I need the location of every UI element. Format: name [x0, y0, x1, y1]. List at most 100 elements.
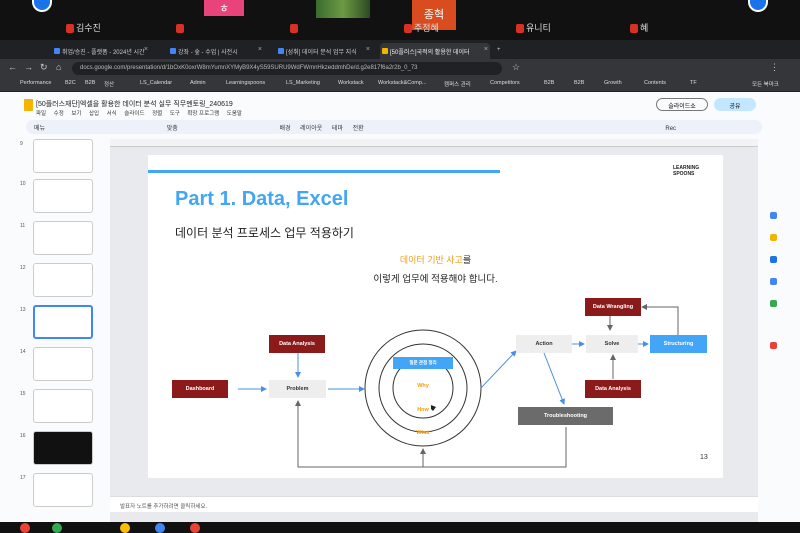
fit-button[interactable]: 맞춤 [167, 126, 178, 132]
menu-edit[interactable]: 수정 [54, 111, 64, 117]
transition-button[interactable]: 전환 [353, 126, 364, 132]
search-menus-button[interactable]: 메뉴 [34, 126, 45, 132]
slide-number: 15 [20, 391, 26, 397]
bookmark-item[interactable]: B2B [85, 80, 95, 86]
page-number: 13 [700, 454, 708, 461]
close-icon[interactable]: × [258, 46, 262, 53]
slide-number: 9 [20, 141, 23, 147]
chrome-icon[interactable] [20, 523, 30, 533]
bookmark-item[interactable]: Workstack&Comp... [378, 80, 427, 86]
bookmark-item[interactable]: 정산 [104, 80, 114, 88]
mic-off-icon [176, 24, 184, 33]
close-icon[interactable]: × [484, 46, 488, 53]
browser-tab[interactable]: 강좌 - 숲 - 수업 | 사전시 × [168, 43, 264, 59]
bookmark-item[interactable]: Competitors [490, 80, 520, 86]
menu-icon[interactable]: ⋮ [770, 62, 779, 73]
participant-name: 김수진 [76, 23, 101, 33]
slides-logo-icon[interactable] [24, 99, 33, 111]
video-participant-strip: ㅎ 종혁 김수진 주정혜 유니티 혜 [0, 0, 800, 40]
slide-thumbnail[interactable] [33, 179, 93, 213]
participant-tile[interactable]: 김수진 [66, 0, 156, 36]
rec-button[interactable]: Rec [665, 126, 676, 132]
menu-extensions[interactable]: 확장 프로그램 [187, 111, 219, 117]
speaker-notes[interactable]: 발표자 노트를 추가하려면 클릭하세요. [110, 496, 758, 512]
slide-thumbnail-selected[interactable] [33, 305, 93, 339]
menu-format[interactable]: 서식 [107, 111, 117, 117]
close-icon[interactable]: × [144, 46, 148, 53]
bookmark-item[interactable]: Growth [604, 80, 622, 86]
bookmark-item[interactable]: 모든 북마크 [752, 80, 779, 88]
menu-file[interactable]: 파일 [36, 111, 46, 117]
mic-off-icon [404, 24, 412, 33]
slideshow-button[interactable]: 슬라이드쇼 [656, 98, 708, 111]
app-icon[interactable] [52, 523, 62, 533]
app-icon[interactable] [190, 523, 200, 533]
bookmark-item[interactable]: TF [690, 80, 697, 86]
node-action: Action [516, 335, 572, 353]
browser-tab[interactable]: [성취] 데이터 분석 업무 지식 × [276, 43, 372, 59]
document-title[interactable]: [50플러스재단]엑셀을 활용한 데이터 분석 실무 직무멘토링_240619 [36, 99, 233, 109]
bookmark-item[interactable]: Workstack [338, 80, 364, 86]
slide-thumbnail[interactable] [33, 389, 93, 423]
tab-label: 취업/승진 - 플랫폼 - 2024년 시간 [62, 50, 145, 56]
contacts-icon[interactable] [770, 278, 777, 285]
slide-thumbnail[interactable] [33, 473, 93, 507]
slide-number: 17 [20, 475, 26, 481]
bookmark-item[interactable]: B2C [65, 80, 76, 86]
bookmark-item[interactable]: Contents [644, 80, 666, 86]
slide-thumbnail[interactable] [33, 347, 93, 381]
mic-off-icon [66, 24, 74, 33]
browser-toolbar: ← → ↻ ⌂ docs.google.com/presentation/d/1… [0, 59, 800, 77]
slide-number: 13 [20, 307, 26, 313]
reload-icon[interactable]: ↻ [40, 62, 48, 73]
menu-help[interactable]: 도움말 [227, 111, 242, 117]
addon-icon[interactable] [770, 342, 777, 349]
background-button[interactable]: 배경 [279, 126, 290, 132]
new-tab-button[interactable]: + [494, 43, 506, 59]
bookmark-item[interactable]: LS_Calendar [140, 80, 172, 86]
close-icon[interactable]: × [366, 46, 370, 53]
browser-tab[interactable]: 취업/승진 - 플랫폼 - 2024년 시간 × [52, 43, 150, 59]
maps-icon[interactable] [770, 300, 777, 307]
slide-thumbnail[interactable] [33, 431, 93, 465]
participant-tile[interactable] [176, 0, 266, 36]
app-icon[interactable] [155, 523, 165, 533]
menu-slide[interactable]: 슬라이드 [124, 111, 144, 117]
slide[interactable]: LEARNING SPOONS Part 1. Data, Excel 데이터 분… [148, 155, 723, 478]
node-how: How [417, 407, 429, 413]
slide-thumbnail[interactable] [33, 221, 93, 255]
star-icon[interactable]: ☆ [512, 62, 520, 73]
menu-arrange[interactable]: 정렬 [152, 111, 162, 117]
keep-icon[interactable] [770, 234, 777, 241]
share-button[interactable]: 공유 [714, 98, 756, 111]
address-bar[interactable]: docs.google.com/presentation/d/1bOxK0oxr… [72, 62, 502, 75]
node-question: 질문 관점 정리 [393, 357, 453, 369]
participant-tile[interactable] [290, 0, 380, 36]
menu-insert[interactable]: 삽입 [89, 111, 99, 117]
layout-button[interactable]: 레이아웃 [300, 126, 322, 132]
node-data-analysis: Data Analysis [269, 335, 325, 353]
tasks-icon[interactable] [770, 256, 777, 263]
menu-tools[interactable]: 도구 [170, 111, 180, 117]
theme-button[interactable]: 테마 [332, 126, 343, 132]
forward-icon[interactable]: → [24, 62, 33, 72]
participant-tile[interactable]: 혜 [630, 0, 720, 36]
bookmark-item[interactable]: 캠퍼스 관리 [444, 80, 471, 88]
bookmark-item[interactable]: Performance [20, 80, 52, 86]
participant-tile[interactable]: 유니티 [516, 0, 606, 36]
bookmark-item[interactable]: LS_Marketing [286, 80, 320, 86]
menu-view[interactable]: 보기 [71, 111, 81, 117]
bookmark-item[interactable]: B2B [544, 80, 554, 86]
bookmark-item[interactable]: Learningspoons [226, 80, 265, 86]
bookmark-item[interactable]: B2B [574, 80, 584, 86]
browser-tab-active[interactable]: [50플러스]국적의 활용한 데이터 × [380, 43, 490, 59]
home-icon[interactable]: ⌂ [56, 62, 61, 72]
mic-off-icon [290, 24, 298, 33]
app-icon[interactable] [120, 523, 130, 533]
back-icon[interactable]: ← [8, 62, 17, 72]
bookmark-item[interactable]: Admin [190, 80, 206, 86]
slide-thumbnail[interactable] [33, 263, 93, 297]
slide-thumbnail[interactable] [33, 139, 93, 173]
calendar-icon[interactable] [770, 212, 777, 219]
participant-tile[interactable]: 주정혜 [404, 0, 494, 36]
